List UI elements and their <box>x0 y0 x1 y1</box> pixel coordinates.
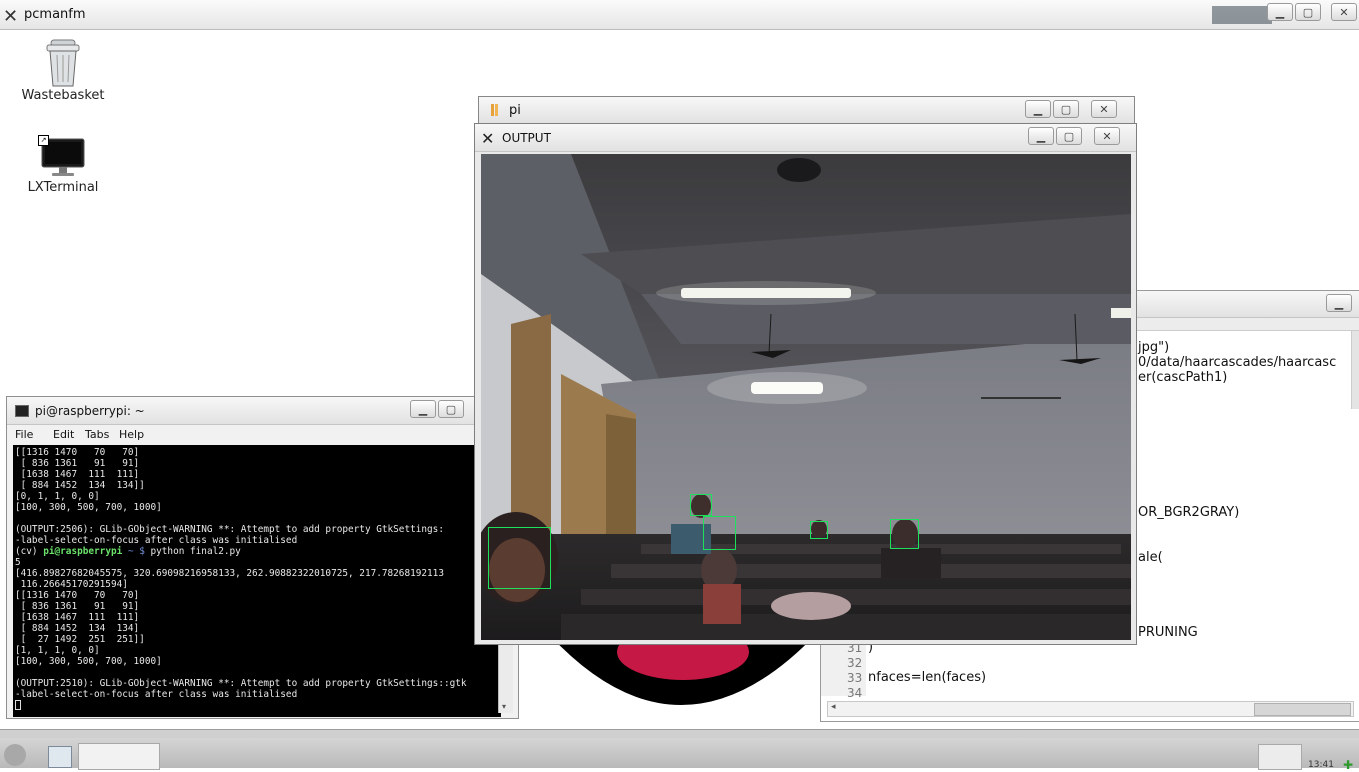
pi-close-button[interactable]: ✕ <box>1091 100 1117 118</box>
pi-titlebar: pi ▁ ▢ ✕ <box>479 97 1134 124</box>
terminal-title: pi@raspberrypi: ~ <box>35 404 145 418</box>
editor-scrollbar[interactable] <box>1351 331 1359 409</box>
scroll-down-arrow-icon[interactable]: ▾ <box>502 702 506 711</box>
terminal-titlebar: pi@raspberrypi: ~ ▁ ▢ <box>7 397 518 425</box>
terminal-icon <box>15 405 29 417</box>
output-window: ✕ OUTPUT ▁ ▢ ✕ <box>474 123 1137 645</box>
terminal-line: [0, 1, 1, 0, 0] <box>15 491 100 502</box>
terminal-line: 116.26645170291594] <box>15 579 128 590</box>
pi-window-title: pi <box>509 103 521 118</box>
terminal-line: [1638 1467 111 111] <box>15 612 140 623</box>
classroom-image <box>481 154 1131 640</box>
x-app-icon: ✕ <box>3 6 19 27</box>
menu-file[interactable]: File <box>15 428 33 441</box>
terminal-minimize-button[interactable]: ▁ <box>410 400 436 418</box>
taskbar-tray-button[interactable] <box>1258 744 1302 770</box>
network-icon: ✚ <box>1343 758 1354 772</box>
taskbar: 13:41 ✚ <box>0 729 1359 772</box>
taskbar-top-strip <box>0 730 1359 738</box>
pi-maximize-button[interactable]: ▢ <box>1053 100 1079 118</box>
code-line: er(cascPath1) <box>1138 370 1228 385</box>
prompt-env: (cv) <box>15 546 44 557</box>
face-box <box>810 521 828 539</box>
code-line: 0/data/haarcascades/haarcasc <box>1138 355 1337 370</box>
editor-minimize-button[interactable]: ▁ <box>1326 294 1352 312</box>
terminal-cursor <box>15 700 21 710</box>
x-app-icon: ✕ <box>481 129 495 148</box>
terminal-line: -label-select-on-focus after class was i… <box>15 689 298 700</box>
code-line: ale( <box>1138 550 1163 565</box>
taskbar-task-button[interactable] <box>78 743 160 770</box>
face-box <box>703 516 736 550</box>
pi-minimize-button[interactable]: ▁ <box>1025 100 1051 118</box>
terminal-line: [1638 1467 111 111] <box>15 469 140 480</box>
terminal-line: 5 <box>15 557 21 568</box>
desktop-icon-lxterminal[interactable]: ↗ LXTerminal <box>20 134 106 195</box>
camera-feed <box>481 154 1131 640</box>
terminal-output[interactable]: [[1316 1470 70 70] [ 836 1361 91 91] [16… <box>13 445 501 717</box>
close-button[interactable]: ✕ <box>1331 3 1357 21</box>
line-number: 32 <box>847 656 863 670</box>
trash-icon <box>46 39 80 87</box>
menu-edit[interactable]: Edit <box>53 428 74 441</box>
clock: 13:41 <box>1308 760 1334 770</box>
line-number: 34 <box>847 686 863 700</box>
face-box <box>890 519 919 549</box>
line-number: 33 <box>847 671 863 685</box>
pcmanfm-titlebar: ✕ pcmanfm ▁ ▢ ✕ <box>0 0 1359 30</box>
terminal-prompt-line: (cv) pi@raspberrypi ~ $ python final2.py <box>15 546 499 557</box>
pcmanfm-title: pcmanfm <box>24 7 86 22</box>
terminal-line: [ 27 1492 251 251]] <box>15 634 145 645</box>
wastebasket-label: Wastebasket <box>21 88 105 103</box>
maximize-button[interactable]: ▢ <box>1295 3 1321 21</box>
terminal-line: [1, 1, 1, 0, 0] <box>15 645 100 656</box>
terminal-line: [100, 300, 500, 700, 1000] <box>15 656 162 667</box>
editor-horizontal-scrollbar[interactable]: ◂ <box>827 701 1354 717</box>
terminal-line: [ 884 1452 134 134]] <box>15 480 145 491</box>
code-line: nfaces=len(faces) <box>868 670 987 685</box>
lxterminal-label: LXTerminal <box>27 180 99 195</box>
terminal-line: (OUTPUT:2510): GLib-GObject-WARNING **: … <box>15 678 467 689</box>
menu-tabs[interactable]: Tabs <box>85 428 109 441</box>
output-minimize-button[interactable]: ▁ <box>1028 127 1054 145</box>
prompt-command: python final2.py <box>150 546 241 557</box>
code-line: jpg") <box>1138 340 1170 355</box>
prompt-path: ~ $ <box>122 546 151 557</box>
face-box <box>488 527 551 589</box>
terminal-menubar: File Edit Tabs Help <box>13 426 513 444</box>
terminal-line: [[1316 1470 70 70] <box>15 590 140 601</box>
output-close-button[interactable]: ✕ <box>1094 127 1120 145</box>
output-window-title: OUTPUT <box>502 131 551 145</box>
menu-start-icon[interactable] <box>4 744 26 766</box>
code-line: PRUNING <box>1138 625 1198 640</box>
terminal-line: [ 836 1361 91 91] <box>15 458 140 469</box>
terminal-line: (OUTPUT:2506): GLib-GObject-WARNING **: … <box>15 524 444 535</box>
menu-help[interactable]: Help <box>119 428 144 441</box>
minimize-button[interactable]: ▁ <box>1267 3 1293 21</box>
scrollbar-thumb[interactable] <box>1254 703 1351 716</box>
blurred-area <box>1212 6 1272 24</box>
output-maximize-button[interactable]: ▢ <box>1056 127 1082 145</box>
terminal-window: pi@raspberrypi: ~ ▁ ▢ File Edit Tabs Hel… <box>6 396 519 719</box>
terminal-maximize-button[interactable]: ▢ <box>438 400 464 418</box>
terminal-line: [100, 300, 500, 700, 1000] <box>15 502 162 513</box>
terminal-line: [416.89827682045575, 320.69098216958133,… <box>15 568 444 579</box>
face-box <box>690 494 712 516</box>
code-line: OR_BGR2GRAY) <box>1138 505 1240 520</box>
shortcut-arrow-icon: ↗ <box>38 135 49 146</box>
terminal-line: -label-select-on-focus after class was i… <box>15 535 298 546</box>
output-titlebar: ✕ OUTPUT ▁ ▢ ✕ <box>475 124 1136 152</box>
terminal-line: [ 836 1361 91 91] <box>15 601 140 612</box>
file-manager-icon[interactable] <box>48 746 72 768</box>
terminal-line: [[1316 1470 70 70] <box>15 447 140 458</box>
prompt-user: pi@raspberrypi <box>43 546 123 557</box>
terminal-line: [ 884 1452 134 134] <box>15 623 140 634</box>
desktop-icon-wastebasket[interactable]: Wastebasket <box>20 38 106 103</box>
folder-icon <box>491 104 498 116</box>
